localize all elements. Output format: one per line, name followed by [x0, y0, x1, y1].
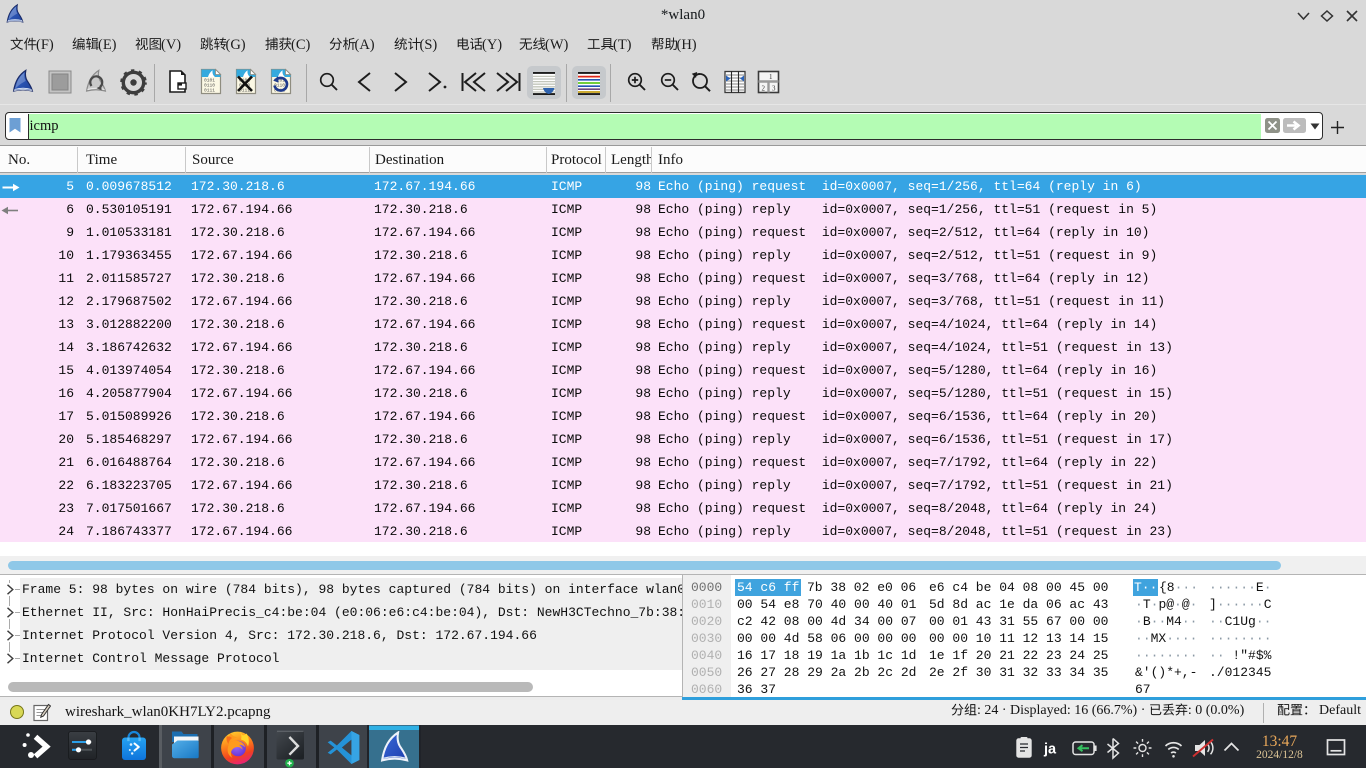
svg-text:1: 1 [769, 73, 773, 81]
svg-text:0111: 0111 [204, 88, 215, 94]
svg-text:ja: ja [1043, 742, 1057, 758]
svg-text:3: 3 [772, 85, 776, 93]
svg-text:2: 2 [762, 85, 766, 93]
